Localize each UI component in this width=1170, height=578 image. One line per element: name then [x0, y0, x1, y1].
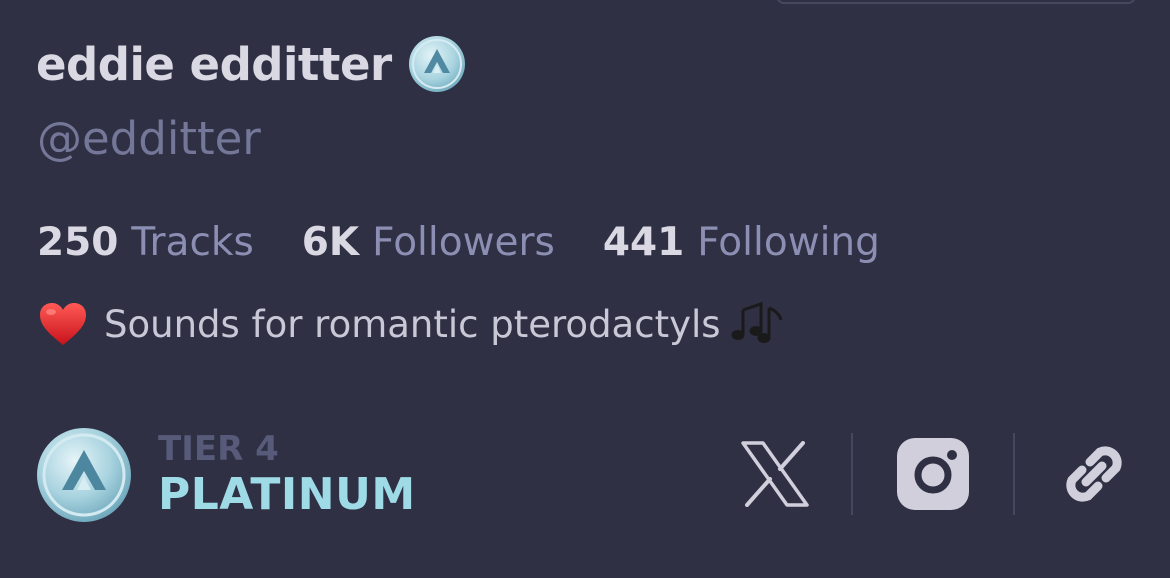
- stat-tracks[interactable]: 250 Tracks: [37, 220, 254, 265]
- social-divider: [851, 433, 853, 515]
- top-tab-edge: [776, 0, 1136, 4]
- bio-text: Sounds for romantic pterodactyls: [104, 302, 721, 346]
- x-icon: [741, 441, 809, 507]
- stat-label: Tracks: [131, 220, 254, 265]
- heart-icon: [40, 303, 86, 345]
- display-name: eddie edditter: [36, 37, 392, 91]
- musical-notes-icon: [731, 301, 783, 343]
- social-links: [735, 432, 1135, 516]
- profile-bio: Sounds for romantic pterodactyls: [38, 300, 787, 348]
- tier-text: TIER 4 PLATINUM: [158, 429, 416, 521]
- link-icon: [1066, 446, 1122, 502]
- instagram-icon: [897, 438, 969, 510]
- profile-stats: 250 Tracks 6K Followers 441 Following: [37, 220, 928, 265]
- tier-level: TIER 4: [158, 429, 279, 469]
- website-link-button[interactable]: [1057, 432, 1131, 516]
- stat-label: Followers: [372, 220, 555, 265]
- stat-followers[interactable]: 6K Followers: [302, 220, 555, 265]
- tier-name: PLATINUM: [158, 469, 416, 520]
- platinum-tier-badge-icon: [37, 428, 131, 522]
- stat-following[interactable]: 441 Following: [603, 220, 880, 265]
- user-handle[interactable]: @edditter: [37, 112, 261, 165]
- stat-count: 6K: [301, 220, 360, 265]
- verified-badge-icon: [408, 36, 465, 92]
- instagram-link-button[interactable]: [897, 432, 969, 516]
- stat-count: 250: [37, 220, 119, 265]
- x-link-button[interactable]: [735, 432, 815, 516]
- stat-label: Following: [697, 220, 880, 265]
- stat-count: 441: [602, 220, 685, 265]
- profile-name-row: eddie edditter: [36, 33, 466, 95]
- tier-block[interactable]: TIER 4 PLATINUM: [36, 427, 416, 523]
- social-divider: [1013, 433, 1015, 515]
